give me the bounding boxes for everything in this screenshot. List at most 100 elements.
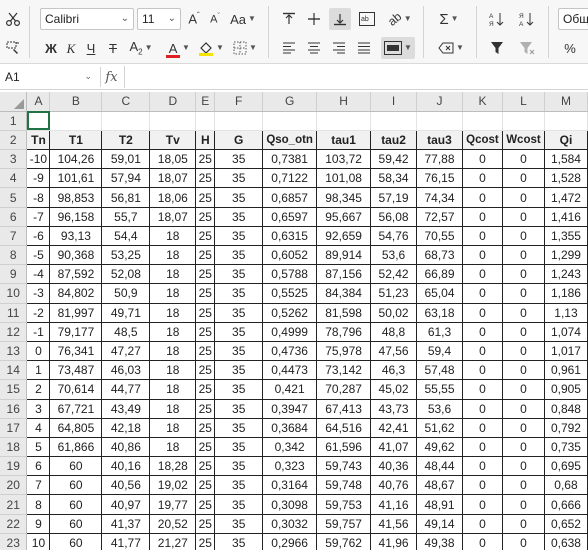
table-cell[interactable]: 61,3 — [416, 321, 463, 342]
table-cell[interactable]: 0 — [461, 264, 503, 285]
table-cell[interactable]: 64,516 — [316, 417, 372, 438]
table-cell[interactable]: 56,81 — [101, 187, 151, 208]
table-cell[interactable]: 25 — [195, 302, 216, 323]
table-cell[interactable]: 0,3098 — [262, 494, 318, 515]
table-cell[interactable]: 0 — [501, 436, 545, 458]
header-cell[interactable]: G — [214, 129, 264, 151]
table-cell[interactable]: 48,44 — [416, 456, 463, 477]
table-cell[interactable]: 89,914 — [316, 244, 372, 266]
table-cell[interactable]: 0,5788 — [262, 264, 318, 285]
table-cell[interactable]: 35 — [214, 513, 264, 534]
table-cell[interactable]: 25 — [195, 417, 216, 438]
table-cell[interactable]: 0,6052 — [262, 244, 318, 266]
table-cell[interactable]: 0 — [461, 379, 503, 400]
table-cell[interactable]: 35 — [214, 225, 264, 247]
table-cell[interactable]: 53,6 — [370, 244, 418, 266]
cut-button[interactable] — [2, 8, 24, 30]
table-cell[interactable]: 78,796 — [316, 321, 372, 342]
borders-button[interactable]: ▼ — [230, 37, 260, 59]
table-cell[interactable]: -10 — [26, 149, 51, 170]
table-cell[interactable]: 0 — [461, 168, 503, 189]
table-cell[interactable]: 0 — [501, 360, 545, 381]
table-cell[interactable]: 0 — [461, 244, 503, 266]
row-header[interactable]: 9 — [0, 264, 28, 285]
table-cell[interactable]: 67,413 — [316, 398, 372, 419]
table-cell[interactable]: 18 — [149, 417, 197, 438]
table-cell[interactable]: 0 — [461, 149, 503, 170]
table-cell[interactable]: 0 — [501, 206, 545, 227]
row-header[interactable]: 3 — [0, 149, 28, 170]
table-cell[interactable]: 0,5525 — [262, 283, 318, 304]
table-cell[interactable]: 18,05 — [149, 149, 197, 170]
table-cell[interactable]: 81,598 — [316, 302, 372, 323]
cell[interactable] — [214, 111, 264, 131]
table-cell[interactable]: 0,6597 — [262, 206, 318, 227]
table-cell[interactable]: 76,15 — [416, 168, 463, 189]
row-header[interactable]: 22 — [0, 514, 28, 534]
subscript-button[interactable]: A2 ▼ — [126, 37, 156, 59]
table-cell[interactable]: 18,07 — [149, 168, 197, 189]
table-cell[interactable]: 41,37 — [101, 513, 151, 534]
row-header[interactable]: 5 — [0, 187, 28, 208]
table-cell[interactable]: 18 — [149, 225, 197, 247]
table-cell[interactable]: 35 — [214, 321, 264, 342]
table-cell[interactable]: 43,73 — [370, 398, 418, 419]
table-cell[interactable]: 0,905 — [543, 379, 588, 400]
table-cell[interactable]: 74,34 — [416, 187, 463, 208]
table-cell[interactable]: 70,55 — [416, 225, 463, 247]
table-cell[interactable]: 25 — [195, 360, 216, 381]
font-color-button[interactable]: A ▼ — [163, 37, 193, 59]
column-header-j[interactable]: J — [416, 92, 463, 112]
table-cell[interactable]: 25 — [195, 225, 216, 247]
table-cell[interactable]: 25 — [195, 475, 216, 496]
table-cell[interactable]: 6 — [26, 456, 51, 477]
table-cell[interactable]: 25 — [195, 513, 216, 534]
table-cell[interactable]: 18 — [149, 340, 197, 362]
cell[interactable] — [502, 111, 545, 131]
table-cell[interactable]: 57,94 — [101, 168, 151, 189]
row-header[interactable]: 21 — [0, 494, 28, 515]
row-header[interactable]: 2 — [0, 130, 28, 151]
table-cell[interactable]: 0,6857 — [262, 187, 318, 208]
table-cell[interactable]: 0 — [461, 321, 503, 342]
table-cell[interactable]: 45,02 — [370, 379, 418, 400]
table-cell[interactable]: 0 — [501, 494, 545, 515]
table-cell[interactable]: 96,158 — [49, 206, 103, 227]
table-cell[interactable]: 0 — [501, 398, 545, 419]
table-cell[interactable]: 0 — [461, 302, 503, 323]
cell[interactable] — [462, 111, 503, 131]
table-cell[interactable]: 1,13 — [543, 302, 588, 323]
row-header[interactable]: 19 — [0, 456, 28, 477]
header-cell[interactable]: Qso_otn — [262, 129, 318, 151]
table-cell[interactable]: 103,72 — [316, 149, 372, 170]
column-header-b[interactable]: B — [49, 92, 103, 112]
header-cell[interactable]: T2 — [101, 129, 151, 151]
table-cell[interactable]: 0 — [461, 225, 503, 247]
fill-color-button[interactable]: ▼ — [196, 37, 226, 59]
table-cell[interactable]: 48,5 — [101, 321, 151, 342]
table-cell[interactable]: 0,421 — [262, 379, 318, 400]
table-cell[interactable]: -9 — [26, 168, 51, 189]
table-cell[interactable]: 19,77 — [149, 494, 197, 515]
table-cell[interactable]: 1,186 — [543, 283, 588, 304]
table-cell[interactable]: 0,3684 — [262, 417, 318, 438]
table-cell[interactable]: 49,38 — [416, 532, 463, 550]
table-cell[interactable]: 1,355 — [543, 225, 588, 247]
header-cell[interactable]: Wcost — [501, 129, 545, 151]
table-cell[interactable]: 35 — [214, 456, 264, 477]
table-cell[interactable]: 0 — [501, 456, 545, 477]
table-cell[interactable]: 0 — [461, 187, 503, 208]
table-cell[interactable]: 35 — [214, 206, 264, 227]
table-cell[interactable]: 25 — [195, 494, 216, 515]
row-header[interactable]: 8 — [0, 245, 28, 266]
table-cell[interactable]: 35 — [214, 532, 264, 550]
number-format-select[interactable]: Общ — [558, 8, 588, 30]
font-name-select[interactable]: Calibri ⌄ — [40, 8, 134, 30]
table-cell[interactable]: 0,848 — [543, 398, 588, 419]
table-cell[interactable]: 51,62 — [416, 417, 463, 438]
header-cell[interactable]: tau1 — [316, 129, 372, 151]
table-cell[interactable]: 20,52 — [149, 513, 197, 534]
row-header[interactable]: 11 — [0, 303, 28, 323]
table-cell[interactable]: 1,584 — [543, 149, 588, 170]
table-cell[interactable]: 40,76 — [370, 475, 418, 496]
